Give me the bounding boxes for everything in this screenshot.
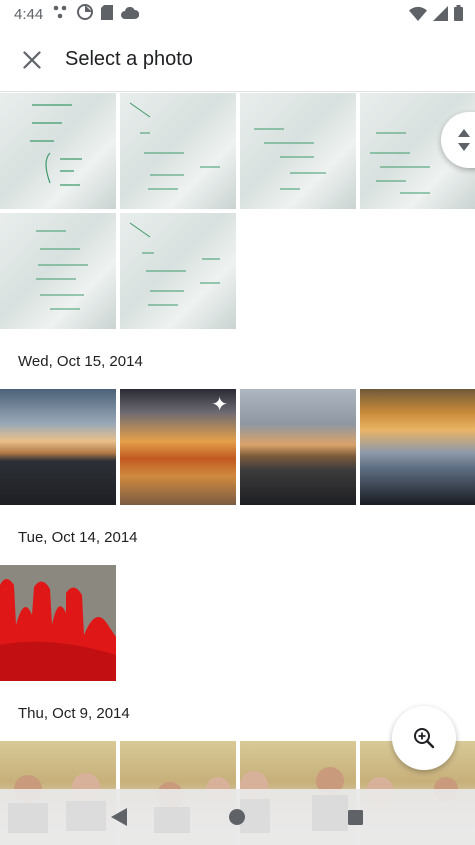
app-bar: Select a photo xyxy=(0,28,475,92)
photo-row xyxy=(0,213,475,329)
system-nav-bar xyxy=(0,789,475,845)
assistant-dots-icon xyxy=(53,5,69,23)
photos-app-icon xyxy=(77,4,94,24)
red-hand-chair-image xyxy=(0,565,116,681)
zoom-button[interactable] xyxy=(392,706,456,770)
close-icon xyxy=(23,50,41,69)
battery-icon xyxy=(454,5,463,25)
photo-thumbnail[interactable] xyxy=(240,389,356,505)
photo-thumbnail[interactable] xyxy=(0,389,116,505)
photo-row xyxy=(0,565,475,681)
back-button[interactable] xyxy=(95,793,143,841)
sd-card-icon xyxy=(101,4,114,24)
recents-square-icon xyxy=(348,809,364,825)
recents-button[interactable] xyxy=(332,793,380,841)
status-time: 4:44 xyxy=(14,5,44,23)
status-bar: 4:44 xyxy=(0,0,475,28)
scroll-arrows-icon xyxy=(458,129,470,151)
page-title: Select a photo xyxy=(65,48,193,70)
photo-thumbnail[interactable] xyxy=(240,93,356,209)
cloud-icon xyxy=(121,6,140,23)
wifi-icon xyxy=(409,6,427,25)
photo-thumbnail[interactable] xyxy=(0,213,116,329)
back-triangle-icon xyxy=(111,808,128,826)
auto-enhance-sparkle-icon: ✦ xyxy=(211,394,228,416)
home-circle-icon xyxy=(229,809,246,825)
photo-row xyxy=(0,93,475,209)
home-button[interactable] xyxy=(213,793,261,841)
photo-thumbnail[interactable] xyxy=(120,213,236,329)
screen: 4:44 Select a photo Wed, Oct 15, 2014 ✦ … xyxy=(0,0,475,845)
zoom-in-icon xyxy=(414,728,435,749)
section-date: Tue, Oct 14, 2014 xyxy=(18,528,138,546)
cell-signal-icon xyxy=(433,5,448,25)
photo-thumbnail[interactable]: ✦ xyxy=(120,389,236,505)
close-button[interactable] xyxy=(0,28,64,92)
photo-thumbnail[interactable] xyxy=(120,93,236,209)
photo-thumbnail[interactable] xyxy=(0,93,116,209)
photo-row: ✦ xyxy=(0,389,475,505)
photo-thumbnail[interactable] xyxy=(0,565,116,681)
photo-thumbnail[interactable] xyxy=(360,389,475,505)
status-right xyxy=(409,5,463,25)
section-date: Wed, Oct 15, 2014 xyxy=(18,352,143,370)
